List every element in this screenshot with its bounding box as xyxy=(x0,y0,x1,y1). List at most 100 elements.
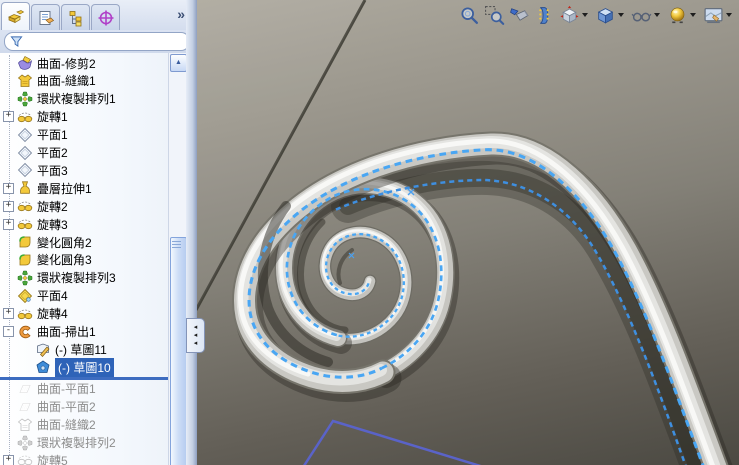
property-icon xyxy=(37,9,55,27)
viewport-canvas[interactable] xyxy=(197,0,739,465)
expand-toggle-icon[interactable]: + xyxy=(3,218,14,230)
sketch-active-icon xyxy=(35,359,51,375)
expand-toggle-icon[interactable]: + xyxy=(3,182,14,194)
scrollbar-up-arrow-icon[interactable]: ▲ xyxy=(170,54,187,72)
tree-item-surface-sweep1[interactable]: - 曲面-掃出1 xyxy=(0,323,168,341)
manager-tab-bar xyxy=(0,0,197,31)
revolve-icon xyxy=(17,109,33,125)
previous-view-icon xyxy=(509,5,530,26)
tree-item-plane1[interactable]: 平面1 xyxy=(0,126,168,144)
tree-item-sketch10[interactable]: (-) 草圖10 xyxy=(0,357,168,377)
zoom-to-fit-button[interactable] xyxy=(457,4,482,27)
panel-collapse-splitter[interactable]: ◂ ◂ ◂ xyxy=(186,318,205,353)
circular-pattern-icon xyxy=(17,435,33,451)
surface-knit-icon xyxy=(17,73,33,89)
tree-item-label: 變化圓角3 xyxy=(37,253,92,268)
tree-item-surface-knit1[interactable]: 曲面-縫織1 xyxy=(0,72,168,90)
appearance-icon xyxy=(667,5,688,26)
tree-item-plane4[interactable]: 平面4 xyxy=(0,287,168,305)
tab-overflow-chevron[interactable]: » xyxy=(177,6,185,22)
tree-item-label: 旋轉4 xyxy=(37,307,68,322)
expand-toggle-icon[interactable]: + xyxy=(3,111,14,123)
expand-toggle-icon[interactable]: - xyxy=(3,326,14,337)
tree-item-label: 旋轉5 xyxy=(37,453,68,465)
loft-icon xyxy=(17,180,33,196)
sketch-icon xyxy=(35,341,51,357)
fillet-icon xyxy=(17,252,33,268)
tree-item-surface-knit2[interactable]: 曲面-縫織2 xyxy=(0,416,168,434)
revolve-icon xyxy=(17,306,33,322)
tree-item-label: 曲面-平面1 xyxy=(37,382,96,397)
tree-item-revolve5[interactable]: + 旋轉5 xyxy=(0,451,168,465)
tree-scrollbar[interactable]: ▲ xyxy=(168,53,187,465)
tree-item-label: 環狀複製排列2 xyxy=(37,436,116,450)
tree-item-circular-pattern2[interactable]: 環狀複製排列2 xyxy=(0,434,168,452)
tree-item-variable-fillet2[interactable]: 變化圓角2 xyxy=(0,233,168,251)
tree-item-revolve3[interactable]: + 旋轉3 xyxy=(0,215,168,233)
circular-pattern-icon xyxy=(17,270,33,286)
previous-view-button[interactable] xyxy=(507,4,532,27)
revolve-icon xyxy=(17,216,33,232)
plane-icon xyxy=(17,127,33,143)
display-style-button[interactable] xyxy=(593,4,629,27)
section-view-button[interactable] xyxy=(532,4,557,27)
bottom-sketch-lines[interactable] xyxy=(300,419,500,465)
tree-item-label: (-) 草圖11 xyxy=(55,342,107,357)
scrollbar-thumb-grip xyxy=(172,241,181,249)
zoom-area-icon xyxy=(484,5,505,26)
view-orientation-button[interactable] xyxy=(557,4,593,27)
surface-sweep-icon xyxy=(17,324,33,340)
display-style-dropdown-arrow-icon[interactable] xyxy=(618,13,624,17)
tree-item-label: 平面3 xyxy=(37,163,68,178)
zoom-to-area-button[interactable] xyxy=(482,4,507,27)
tree-item-revolve2[interactable]: + 旋轉2 xyxy=(0,197,168,215)
graphics-area[interactable] xyxy=(197,0,739,465)
edit-appearance-button[interactable] xyxy=(665,4,701,27)
tree-item-label: 環狀複製排列1 xyxy=(37,92,116,107)
expand-toggle-icon[interactable]: + xyxy=(3,308,14,320)
zoom-fit-icon xyxy=(459,5,480,26)
hide-show-items-button[interactable] xyxy=(629,4,665,27)
hide-show-items-dropdown-arrow-icon[interactable] xyxy=(654,13,660,17)
circular-pattern-icon xyxy=(17,91,33,107)
tree-item-label: 變化圓角2 xyxy=(37,235,92,250)
surface-plane-icon xyxy=(17,399,33,415)
plane-active-icon xyxy=(17,288,33,304)
collapse-arrow-icon: ◂ xyxy=(193,323,198,331)
tree-item-circular-pattern3[interactable]: 環狀複製排列3 xyxy=(0,269,168,287)
tree-item-surface-trim2[interactable]: 曲面-修剪2 xyxy=(0,54,168,72)
tree-item-label: 旋轉3 xyxy=(37,217,68,232)
tree-item-circular-pattern1[interactable]: 環狀複製排列1 xyxy=(0,90,168,108)
tree-item-loft1[interactable]: + 疊層拉伸1 xyxy=(0,179,168,197)
featuremanager-tab[interactable] xyxy=(1,2,30,30)
tree-item-revolve1[interactable]: + 旋轉1 xyxy=(0,108,168,126)
heads-up-view-toolbar xyxy=(457,3,737,27)
apply-scene-dropdown-arrow-icon[interactable] xyxy=(726,13,732,17)
feature-tree-icon xyxy=(7,8,25,26)
apply-scene-button[interactable] xyxy=(701,4,737,27)
section-view-icon xyxy=(534,5,555,26)
filter-input[interactable] xyxy=(23,34,189,49)
tree-item-surface-plane1[interactable]: 曲面-平面1 xyxy=(0,380,168,398)
tree-item-label: 曲面-縫織2 xyxy=(37,418,96,433)
tree-item-plane3[interactable]: 平面3 xyxy=(0,161,168,179)
tree-item-plane2[interactable]: 平面2 xyxy=(0,144,168,162)
collapse-arrow-icon: ◂ xyxy=(193,339,198,347)
expand-toggle-icon[interactable]: + xyxy=(3,200,14,212)
tree-item-revolve4[interactable]: + 旋轉4 xyxy=(0,305,168,323)
tree-item-label: 平面2 xyxy=(37,146,68,160)
view-orientation-icon xyxy=(559,5,580,26)
filter-box[interactable] xyxy=(4,32,190,51)
tree-item-variable-fillet3[interactable]: 變化圓角3 xyxy=(0,251,168,269)
tree-item-label: 平面1 xyxy=(37,128,68,143)
configurationmanager-tab[interactable] xyxy=(61,4,90,30)
dimxpertmanager-tab[interactable] xyxy=(91,4,120,30)
edit-appearance-dropdown-arrow-icon[interactable] xyxy=(690,13,696,17)
tree-item-sketch11[interactable]: (-) 草圖11 xyxy=(0,340,168,358)
scene-icon xyxy=(703,5,724,26)
scrollbar-thumb[interactable] xyxy=(170,237,187,465)
view-orientation-dropdown-arrow-icon[interactable] xyxy=(582,13,588,17)
propertymanager-tab[interactable] xyxy=(31,4,60,30)
expand-toggle-icon[interactable]: + xyxy=(3,454,14,465)
tree-item-surface-plane2[interactable]: 曲面-平面2 xyxy=(0,398,168,416)
